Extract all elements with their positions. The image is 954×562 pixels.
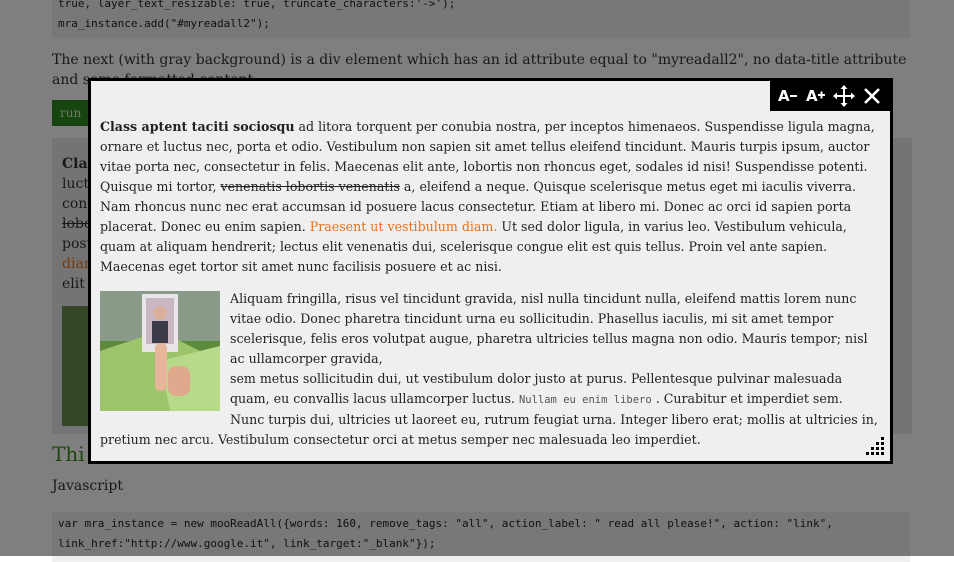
move-button[interactable]	[831, 83, 857, 109]
content-photo	[100, 291, 220, 411]
bold-lead: Class aptent taciti sociosqu	[100, 119, 295, 134]
svg-text:A: A	[806, 87, 818, 105]
paragraph-text: Aliquam fringilla, risus vel tincidunt g…	[230, 291, 868, 366]
increase-font-button[interactable]: A	[803, 83, 829, 109]
monospace-text: Nullam eu enim libero	[518, 394, 652, 406]
paragraph-1: Class aptent taciti sociosqu ad litora t…	[100, 117, 878, 277]
photo-image	[100, 291, 220, 411]
modal-content: Class aptent taciti sociosqu ad litora t…	[100, 117, 878, 450]
move-icon	[833, 85, 855, 107]
decrease-font-button[interactable]: A	[775, 83, 801, 109]
increase-font-icon: A	[806, 87, 825, 105]
modal-toolbar: A A	[770, 81, 890, 111]
decrease-font-icon: A	[778, 87, 797, 105]
paragraph-2: Aliquam fringilla, risus vel tincidunt g…	[100, 289, 878, 450]
read-all-modal: A A Class aptent taciti sociosqu ad lito…	[88, 78, 893, 464]
resize-handle[interactable]	[864, 435, 886, 457]
content-link[interactable]: Praesent ut vestibulum diam.	[310, 219, 498, 234]
svg-text:A: A	[778, 87, 790, 105]
close-button[interactable]	[859, 83, 885, 109]
strikethrough-text: venenatis lobortis venenatis	[220, 179, 400, 194]
resize-grip-icon	[866, 437, 884, 455]
close-icon	[864, 88, 880, 104]
